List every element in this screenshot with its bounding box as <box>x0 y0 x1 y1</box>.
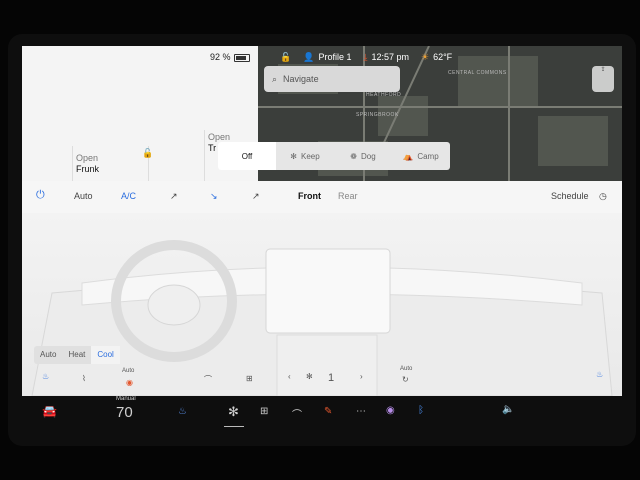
cabin-heat-button[interactable]: Heat <box>62 346 91 364</box>
fan-level: 1 <box>328 372 335 384</box>
status-bar: 🔓 👤 Profile 1 ⤓ 12:57 pm ☀ 62°F <box>280 50 452 64</box>
navigate-placeholder: Navigate <box>283 74 319 84</box>
climate-controls-row: ⏻ Auto A/C ↗ ↘ ↗ Front Rear Schedule ◷ <box>22 181 622 213</box>
map-road <box>258 106 622 108</box>
cabin-cool-button[interactable]: Cool <box>91 346 120 364</box>
driver-temp[interactable]: 70 <box>116 404 133 421</box>
mode-dog[interactable]: ❁ Dog <box>334 142 392 170</box>
dashboard-graphic <box>31 240 613 396</box>
battery-percent: 92 % <box>210 52 231 62</box>
map-road <box>508 46 510 181</box>
car-outline <box>72 146 73 181</box>
car-outline <box>204 130 205 181</box>
cabin-mode-pill: Auto Heat Cool <box>34 346 120 364</box>
clock: ⤓ 12:57 pm <box>363 52 409 63</box>
person-icon: 👤 <box>303 51 315 62</box>
seat-heater-icon[interactable]: ♨ <box>178 406 187 417</box>
battery-icon <box>234 54 250 62</box>
mode-keep[interactable]: ✻ Keep <box>276 142 334 170</box>
power-icon[interactable]: ⏻ <box>36 189 45 202</box>
fan-icon: ✻ <box>306 372 313 381</box>
steering-heat-icon[interactable]: ◉ <box>126 378 133 387</box>
defrost-rear-icon[interactable]: ⊞ <box>260 406 268 417</box>
defrost-front-icon[interactable]: ⌒ <box>204 374 212 385</box>
mode-off[interactable]: Off <box>218 142 276 170</box>
map-label: SPRINGBROOK <box>356 112 399 118</box>
sun-icon: ☀ <box>420 51 430 62</box>
clock-icon[interactable]: ◷ <box>599 191 607 202</box>
fan-icon: ✻ <box>290 151 297 161</box>
climate-mode-selector: Off ✻ Keep ❁ Dog ⛺ Camp <box>218 142 450 170</box>
open-frunk-button[interactable]: Open Frunk <box>76 153 99 175</box>
toybox-icon[interactable]: ✎ <box>324 406 332 417</box>
camera-icon[interactable]: ◉ <box>386 405 395 416</box>
recirculate-auto-badge: Auto <box>400 366 413 372</box>
fan-decrease-icon[interactable]: ‹ <box>288 372 291 381</box>
seat-heater-right-icon[interactable]: ♨ <box>596 370 603 379</box>
defrost-front-icon[interactable]: ⌒ <box>292 406 302 421</box>
driver-temp-mode: Manual <box>116 396 136 402</box>
mode-camp[interactable]: ⛺ Camp <box>392 142 450 170</box>
map-label: HEATHFORD <box>366 92 402 98</box>
unlock-icon[interactable]: 🔓 <box>142 148 153 159</box>
tab-front[interactable]: Front <box>298 191 321 201</box>
map-block <box>458 56 538 106</box>
frunk-open-label: Open <box>76 153 99 163</box>
mode-dog-label: Dog <box>361 151 376 161</box>
map-label: CENTRAL COMMONS <box>448 70 507 76</box>
clock-time: 12:57 pm <box>371 52 409 62</box>
profile-name: Profile 1 <box>318 52 352 62</box>
map-block <box>538 116 608 166</box>
cabin-illustration <box>22 213 622 396</box>
ac-button[interactable]: A/C <box>121 191 136 201</box>
compass-icon: ⇪ <box>600 67 606 73</box>
defrost-rear-icon[interactable]: ⌇ <box>82 374 86 383</box>
outside-temperature: ☀ 62°F <box>421 52 452 63</box>
tab-rear[interactable]: Rear <box>338 191 358 201</box>
airflow-windshield-icon[interactable]: ↗ <box>252 191 260 202</box>
download-icon: ⤓ <box>363 51 368 62</box>
cabin-auto-button[interactable]: Auto <box>34 346 62 364</box>
map-compass-button[interactable]: ⇪ <box>592 66 614 92</box>
defrost-windshield-icon[interactable]: ⊞ <box>246 374 253 383</box>
climate-auto-button[interactable]: Auto <box>74 191 93 201</box>
tent-icon: ⛺ <box>403 151 414 161</box>
steering-heat-auto-badge: Auto <box>122 368 135 374</box>
mode-keep-label: Keep <box>301 151 320 161</box>
outside-temp-value: 62°F <box>433 52 453 62</box>
car-icon[interactable]: 🚘 <box>42 404 57 418</box>
recirculate-icon[interactable]: ↻ <box>402 375 409 384</box>
airflow-feet-icon[interactable]: ↘ <box>210 191 218 202</box>
mode-off-label: Off <box>241 151 253 161</box>
airflow-face-icon[interactable]: ↗ <box>170 191 178 202</box>
more-icon[interactable]: ⋯ <box>356 406 366 417</box>
fan-icon[interactable]: ✻ <box>228 404 239 420</box>
fan-increase-icon[interactable]: › <box>360 372 363 381</box>
bluetooth-icon[interactable]: ᛒ <box>418 405 424 416</box>
paw-icon: ❁ <box>350 151 357 161</box>
lock-status-icon[interactable]: 🔓 <box>280 52 291 63</box>
schedule-button[interactable]: Schedule <box>551 191 589 201</box>
active-indicator <box>224 426 244 427</box>
volume-icon[interactable]: 🔈 <box>502 404 514 415</box>
bottom-taskbar: 🚘 Manual 70 ♨ ✻ ⊞ ⌒ ✎ ⋯ ◉ ᛒ 🔈 <box>22 396 622 430</box>
touchscreen: 92 % Open Frunk 🔓 Open Tr CENTRAL COMMON… <box>22 46 622 396</box>
navigate-search[interactable]: ⌕ Navigate <box>264 66 400 92</box>
search-icon: ⌕ <box>272 73 278 84</box>
frunk-label: Frunk <box>76 164 100 174</box>
profile-button[interactable]: 👤 Profile 1 <box>303 52 351 63</box>
trunk-open-label: Open <box>208 132 231 142</box>
mode-camp-label: Camp <box>417 151 439 161</box>
seat-heater-left-icon[interactable]: ♨ <box>42 372 49 381</box>
